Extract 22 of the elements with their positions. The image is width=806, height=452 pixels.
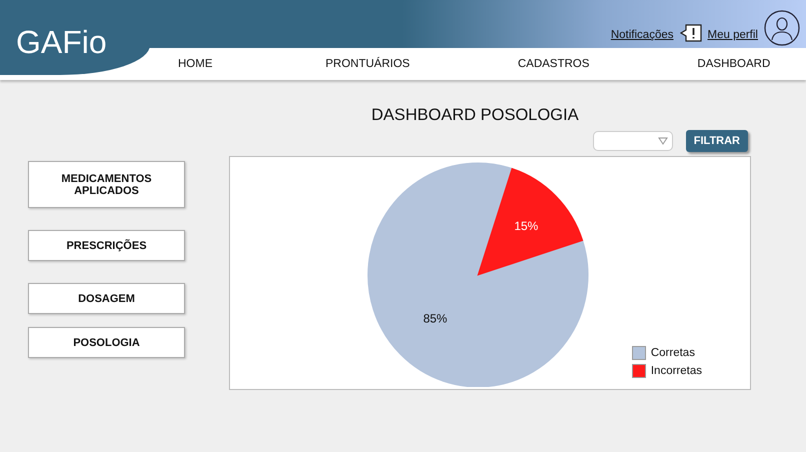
sidebar-button[interactable]: MEDICAMENTOS APLICADOS: [28, 161, 185, 208]
sidebar-button[interactable]: DOSAGEM: [28, 283, 185, 314]
sidebar-button[interactable]: PRESCRIÇÕES: [28, 230, 185, 261]
legend-swatch: [632, 364, 646, 378]
filter-button[interactable]: FILTRAR: [686, 130, 748, 152]
nav-tab[interactable]: PRONTUÁRIOS: [322, 56, 414, 72]
legend-swatch: [632, 346, 646, 360]
nav-tab[interactable]: CADASTROS: [514, 56, 594, 72]
app-logo: GAFio: [16, 24, 107, 61]
nav-tab[interactable]: DASHBOARD: [693, 56, 774, 72]
page-title: DASHBOARD POSOLOGIA: [371, 106, 579, 125]
value-label: 15%: [514, 218, 538, 233]
alert-icon[interactable]: [680, 24, 702, 42]
value-label: 85%: [423, 312, 448, 326]
profile-link[interactable]: Meu perfil: [708, 29, 758, 41]
user-avatar-icon[interactable]: [764, 10, 800, 46]
nav-tab[interactable]: HOME: [174, 56, 216, 72]
caret-icon: [658, 137, 668, 145]
notifications-link[interactable]: Notificações: [610, 29, 674, 41]
legend-label: Corretas: [650, 347, 695, 359]
sidebar-button[interactable]: POSOLOGIA: [28, 327, 185, 358]
legend-label: Incorretas: [650, 365, 702, 377]
